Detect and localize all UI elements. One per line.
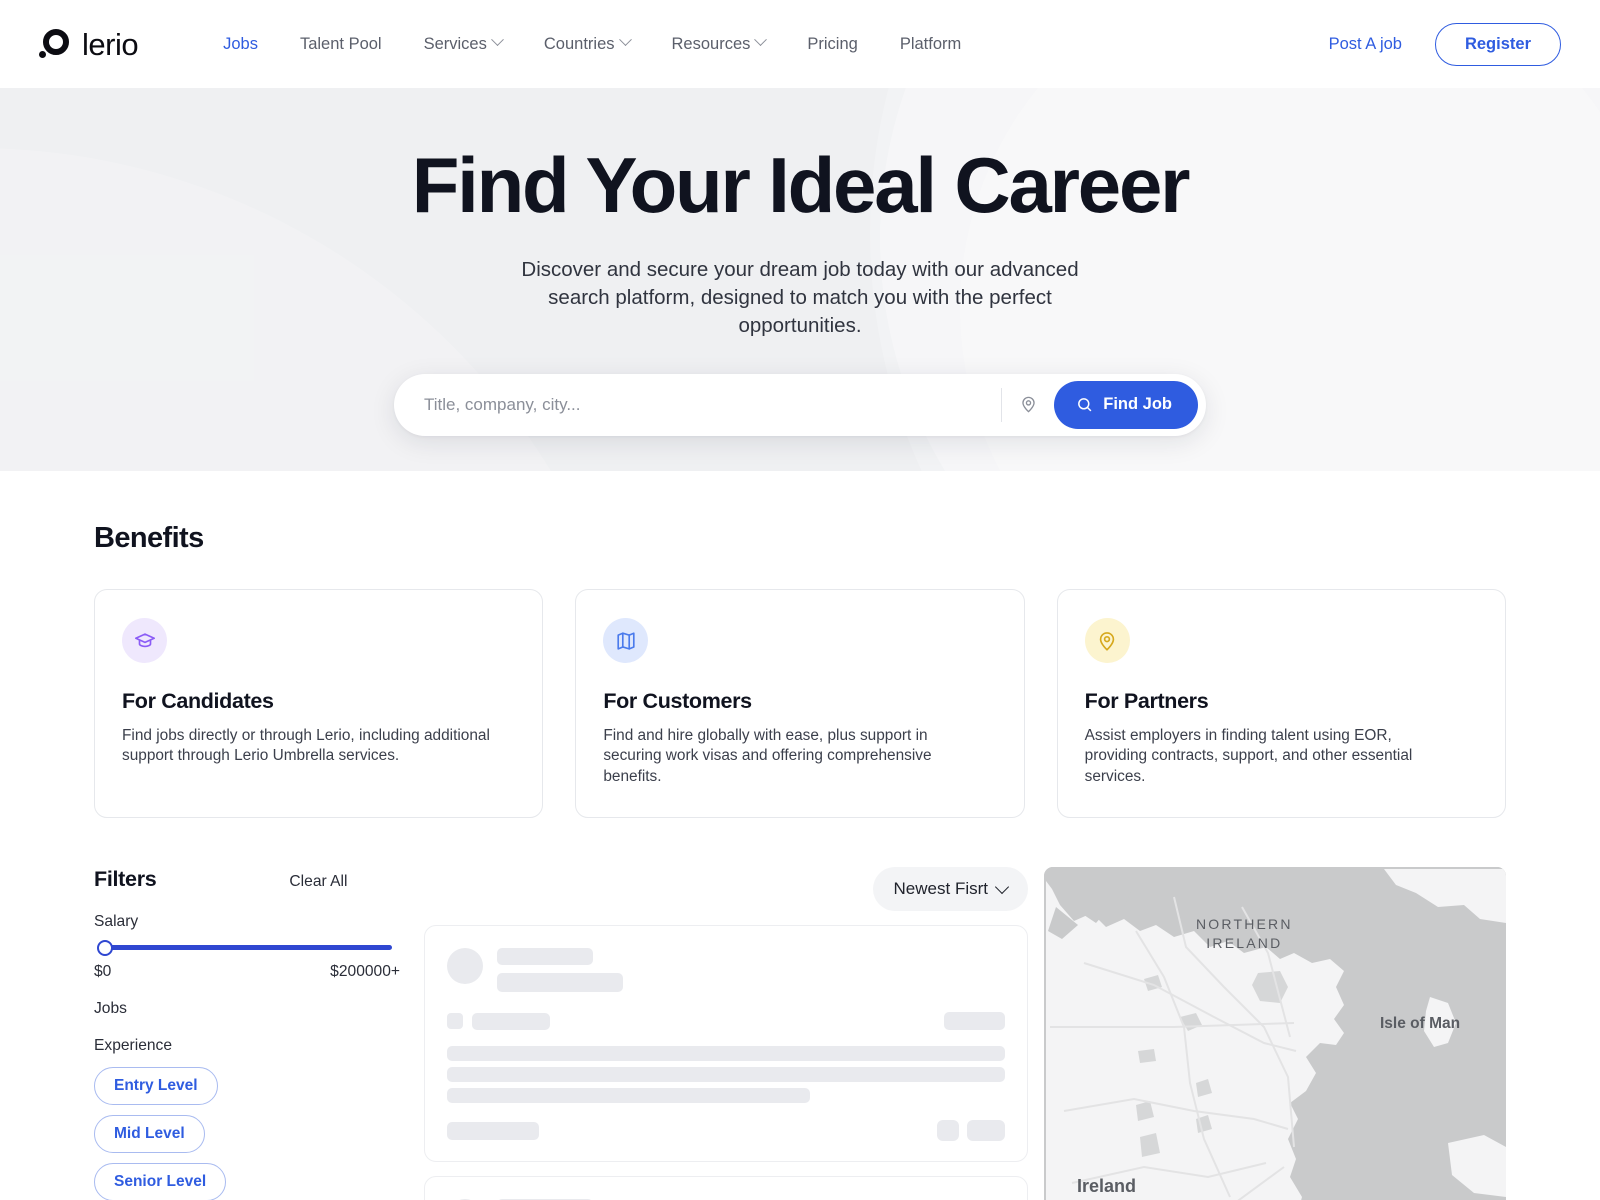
main-navigation: Jobs Talent Pool Services Countries Reso… [202,27,982,62]
logo-text: lerio [82,26,139,62]
skeleton-line [447,1121,539,1140]
map-column: NORTHERN IRELAND Isle of Man Ireland [1044,867,1506,1200]
nav-label: Pricing [807,34,858,53]
skeleton-line [447,1046,1005,1062]
salary-min-label: $0 [94,963,112,981]
filters-header: Filters Clear All [94,867,400,892]
benefit-description: Find and hire globally with ease, plus s… [603,727,932,785]
benefit-icon-wrap [122,618,167,663]
sort-dropdown-label: Newest Fisrt [893,879,988,899]
hero-subtitle: Discover and secure your dream job today… [521,257,1079,338]
salary-slider-handle[interactable] [97,940,113,957]
nav-label: Services [423,34,487,53]
chevron-down-icon [754,33,768,47]
nav-item-talent-pool[interactable]: Talent Pool [279,27,403,62]
location-picker-button[interactable] [1002,379,1054,431]
chevron-down-icon [994,879,1010,895]
nav-item-platform[interactable]: Platform [879,27,982,62]
benefit-card-customers: For Customers Find and hire globally wit… [575,589,1025,819]
skeleton-line [447,1067,1005,1083]
nav-item-pricing[interactable]: Pricing [786,27,878,62]
page-title: Find Your Ideal Career [411,141,1191,229]
benefit-icon-wrap [603,618,649,663]
map-pin-icon [1099,631,1115,651]
register-button[interactable]: Register [1434,22,1561,66]
benefit-title: For Partners [1084,689,1209,713]
search-input[interactable] [394,394,1002,415]
job-results-section: Filters Clear All Salary $0 $200000+ Job… [94,867,1506,1200]
benefits-heading: Benefits [94,522,204,554]
hero-section: Find Your Ideal Career Discover and secu… [0,88,1600,471]
benefits-cards: For Candidates Find jobs directly or thr… [94,589,1506,819]
clear-all-button[interactable]: Clear All [289,873,347,891]
benefit-title: For Customers [603,689,752,713]
skeleton-button [967,1120,1005,1142]
experience-filter-label: Experience [94,1037,173,1055]
graduation-cap-icon [134,632,155,647]
chip-mid-level[interactable]: Mid Level [94,1115,205,1154]
benefit-title: For Candidates [122,689,274,713]
search-icon [1078,398,1092,412]
chevron-down-icon [618,33,632,47]
nav-item-countries[interactable]: Countries [523,27,651,62]
post-a-job-link[interactable]: Post A job [1329,35,1402,54]
skeleton-line [472,1012,550,1030]
job-card-skeleton[interactable] [424,925,1028,1163]
nav-item-jobs[interactable]: Jobs [202,27,279,62]
sort-bar: Newest Fisrt [424,867,1028,912]
nav-label: Resources [671,34,751,53]
job-location-map[interactable]: NORTHERN IRELAND Isle of Man Ireland [1044,867,1506,1200]
filters-title: Filters [94,867,157,892]
salary-slider-track[interactable] [104,945,392,951]
nav-label: Countries [543,34,615,53]
nav-item-resources[interactable]: Resources [651,27,787,62]
map-icon [617,631,635,650]
salary-range-labels: $0 $200000+ [94,963,400,981]
chip-entry-level[interactable]: Entry Level [94,1067,218,1106]
benefit-icon-wrap [1084,618,1130,663]
skeleton-line [497,948,593,966]
filters-sidebar: Filters Clear All Salary $0 $200000+ Job… [94,867,424,1200]
experience-chip-group: Entry Level Mid Level Senior Level Direc… [94,1067,324,1200]
site-header: lerio Jobs Talent Pool Services Countrie… [0,0,1600,88]
skeleton-avatar [447,948,483,985]
skeleton-chip [447,1013,463,1030]
salary-slider[interactable] [94,940,400,957]
salary-max-label: $200000+ [330,963,400,981]
sort-dropdown[interactable]: Newest Fisrt [872,867,1028,912]
nav-label: Jobs [223,34,258,53]
skeleton-line [497,973,623,993]
benefit-description: Assist employers in finding talent using… [1084,727,1413,785]
chip-senior-level[interactable]: Senior Level [94,1163,227,1200]
find-job-label: Find Job [1103,395,1172,414]
chevron-down-icon [491,33,504,47]
skeleton-line [447,1088,810,1104]
benefit-card-candidates: For Candidates Find jobs directly or thr… [94,589,544,819]
header-actions: Post A job Register [1329,22,1561,66]
job-card-skeleton[interactable] [424,1176,1028,1200]
benefit-description: Find jobs directly or through Lerio, inc… [122,727,490,765]
salary-filter-label: Salary [94,913,139,931]
job-list-column: Newest Fisrt [424,867,1044,1200]
main-content: Benefits For Candidates Find jobs direct… [0,522,1600,1200]
logo[interactable]: lerio [39,26,139,62]
map-canvas [1044,867,1506,1200]
skeleton-button [937,1120,959,1142]
skeleton-line [944,1012,1005,1031]
job-search-bar: Find Job [394,373,1206,436]
benefit-card-partners: For Partners Assist employers in finding… [1056,589,1506,819]
find-job-button[interactable]: Find Job [1054,380,1198,429]
nav-label: Platform [899,34,962,53]
nav-item-services[interactable]: Services [403,27,523,62]
map-pin-icon [1022,397,1035,413]
nav-label: Talent Pool [299,34,382,53]
logo-ring-icon [39,27,73,61]
jobs-filter-label: Jobs [94,1000,127,1018]
